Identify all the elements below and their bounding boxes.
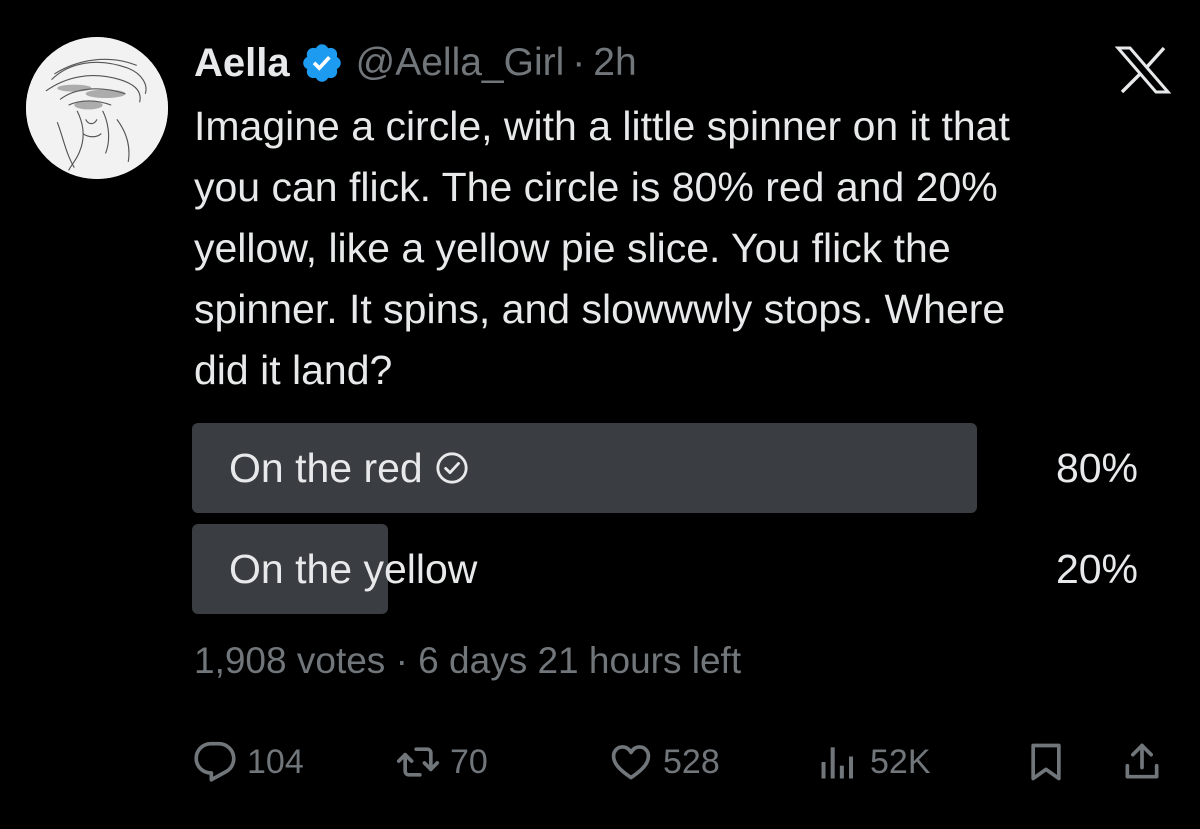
views-button[interactable]: 52K xyxy=(816,734,931,790)
avatar[interactable] xyxy=(26,37,168,179)
avatar-drawing xyxy=(26,37,168,179)
poll-option-percent: 80% xyxy=(1055,444,1138,491)
like-button[interactable]: 528 xyxy=(609,734,720,790)
like-icon xyxy=(609,740,653,784)
views-count: 52K xyxy=(870,742,931,781)
action-bar: 104 70 528 52K xyxy=(0,734,1200,790)
poll-option-yellow[interactable]: On the yellow 20% xyxy=(192,524,1138,614)
verified-badge-icon[interactable] xyxy=(300,41,344,85)
poll-option-text: On the yellow xyxy=(229,545,478,592)
reply-icon xyxy=(193,740,237,784)
author-name[interactable]: Aella xyxy=(194,41,290,86)
poll-option-text: On the red xyxy=(229,444,423,491)
tweet-text: Imagine a circle, with a little spinner … xyxy=(194,103,1010,393)
bookmark-button[interactable] xyxy=(1024,734,1068,790)
tweet-header: Aella @Aella_Girl · 2h xyxy=(194,38,637,88)
poll-meta: 1,908 votes · 6 days 21 hours left xyxy=(194,640,742,681)
tweet-timestamp[interactable]: 2h xyxy=(593,41,636,85)
share-button[interactable] xyxy=(1120,734,1164,790)
retweet-button[interactable]: 70 xyxy=(396,734,488,790)
reply-count: 104 xyxy=(247,742,304,781)
poll-option-label: On the red xyxy=(229,423,469,513)
share-icon xyxy=(1120,740,1164,784)
header-separator: · xyxy=(572,41,586,84)
reply-button[interactable]: 104 xyxy=(193,734,304,790)
bookmark-icon xyxy=(1024,740,1068,784)
poll-option-label: On the yellow xyxy=(229,524,477,614)
like-count: 528 xyxy=(663,742,720,781)
retweet-icon xyxy=(396,740,440,784)
selected-check-icon xyxy=(435,451,469,485)
author-handle[interactable]: @Aella_Girl xyxy=(356,41,565,85)
poll-option-percent: 20% xyxy=(1055,545,1138,592)
views-icon xyxy=(816,740,860,784)
retweet-count: 70 xyxy=(450,742,488,781)
poll-option-red[interactable]: On the red 80% xyxy=(192,423,1138,513)
x-logo-icon xyxy=(1115,45,1171,95)
